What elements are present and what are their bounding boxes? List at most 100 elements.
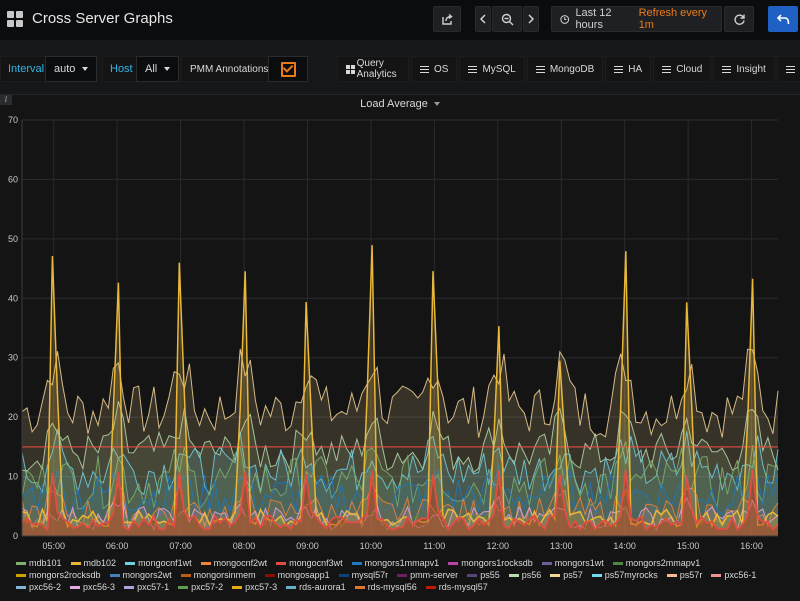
legend-label: mongosapp1 — [278, 570, 330, 580]
time-picker-button[interactable]: Last 12 hours Refresh every 1m — [551, 6, 722, 32]
legend-item-ps57myrocks[interactable]: ps57myrocks — [592, 569, 658, 581]
load-average-chart[interactable]: 01020304050607005:0006:0007:0008:0009:00… — [0, 95, 800, 601]
legend-swatch — [550, 574, 560, 577]
bars-icon — [786, 66, 795, 73]
legend-label: pxc57-2 — [191, 582, 223, 592]
legend-item-mongors2wt[interactable]: mongors2wt — [110, 569, 172, 581]
zoom-out-button[interactable] — [492, 6, 522, 32]
bars-icon — [420, 66, 429, 73]
legend-item-rds-mysql57[interactable]: rds-mysql57 — [426, 581, 488, 593]
y-tick-label: 0 — [13, 531, 18, 541]
legend-item-mongocnf3wt[interactable]: mongocnf3wt — [276, 557, 343, 569]
legend-item-mongors1rocksdb[interactable]: mongors1rocksdb — [448, 557, 533, 569]
time-shift-forward-button[interactable] — [523, 6, 539, 32]
time-shift-back-button[interactable] — [475, 6, 491, 32]
clock-icon — [560, 14, 569, 25]
legend-label: mongors2rocksdb — [29, 570, 101, 580]
legend-swatch — [509, 574, 519, 577]
host-select[interactable]: All — [136, 56, 179, 82]
refresh-icon — [733, 13, 746, 26]
refresh-button[interactable] — [724, 6, 754, 32]
legend-item-ps56[interactable]: ps56 — [509, 569, 542, 581]
legend-label: rds-aurora1 — [299, 582, 346, 592]
panel-title-text: Load Average — [360, 98, 428, 110]
legend-label: mongocnf3wt — [289, 558, 343, 568]
legend-label: mongors1mmapv1 — [365, 558, 440, 568]
dash-link-insight[interactable]: Insight — [713, 56, 774, 82]
pmm-annotations-label: PMM Annotations — [181, 56, 277, 82]
bars-icon — [614, 66, 623, 73]
legend-item-mongorsinmem[interactable]: mongorsinmem — [181, 569, 256, 581]
legend-item-pxc56-3[interactable]: pxc56-3 — [70, 581, 115, 593]
dash-link-mysql[interactable]: MySQL — [459, 56, 524, 82]
legend-swatch — [181, 574, 191, 577]
legend-label: rds-mysql57 — [439, 582, 488, 592]
legend-label: mysql57r — [352, 570, 389, 580]
share-icon — [441, 13, 454, 26]
legend-item-mysql57r[interactable]: mysql57r — [339, 569, 389, 581]
legend-swatch — [110, 574, 120, 577]
legend-item-ps57r[interactable]: ps57r — [667, 569, 703, 581]
dash-link-mongodb[interactable]: MongoDB — [527, 56, 603, 82]
legend-swatch — [592, 574, 602, 577]
legend-item-ps55[interactable]: ps55 — [467, 569, 500, 581]
back-to-dashboard-button[interactable] — [768, 6, 798, 32]
y-tick-label: 30 — [8, 353, 18, 363]
dash-link-os[interactable]: OS — [411, 56, 457, 82]
legend-item-pxc57-1[interactable]: pxc57-1 — [124, 581, 169, 593]
legend-label: mongors1wt — [555, 558, 604, 568]
legend-swatch — [448, 562, 458, 565]
legend-item-pxc56-1[interactable]: pxc56-1 — [711, 569, 756, 581]
dashboard-title[interactable]: Cross Server Graphs — [32, 10, 173, 27]
legend-swatch — [426, 586, 436, 589]
legend-item-mongocnf2wt[interactable]: mongocnf2wt — [201, 557, 268, 569]
legend-item-mongocnf1wt[interactable]: mongocnf1wt — [125, 557, 192, 569]
legend-swatch — [201, 562, 211, 565]
legend-item-mongosapp1[interactable]: mongosapp1 — [265, 569, 330, 581]
legend-label: mongors2wt — [123, 570, 172, 580]
legend-item-pxc57-3[interactable]: pxc57-3 — [232, 581, 277, 593]
x-tick-label: 11:00 — [423, 541, 445, 551]
dash-link-ha[interactable]: HA — [605, 56, 651, 82]
dashboard-grid-icon[interactable] — [7, 11, 23, 27]
legend-label: mongors1rocksdb — [461, 558, 533, 568]
interval-select[interactable]: auto — [45, 56, 97, 82]
legend-swatch — [711, 574, 721, 577]
load-average-panel: 01020304050607005:0006:0007:0008:0009:00… — [0, 94, 800, 601]
panel-title[interactable]: Load Average — [0, 98, 800, 110]
legend-swatch — [667, 574, 677, 577]
legend-item-mongors2rocksdb[interactable]: mongors2rocksdb — [16, 569, 101, 581]
legend-swatch — [397, 574, 407, 577]
dash-link-label: MongoDB — [550, 64, 594, 75]
zoom-out-icon — [501, 13, 514, 26]
legend-item-mongors2mmapv1[interactable]: mongors2mmapv1 — [613, 557, 701, 569]
legend-item-rds-aurora1[interactable]: rds-aurora1 — [286, 581, 346, 593]
legend-label: ps55 — [480, 570, 500, 580]
legend-swatch — [265, 574, 275, 577]
legend-item-mongors1mmapv1[interactable]: mongors1mmapv1 — [352, 557, 440, 569]
chart-legend: mdb101 mdb102 mongocnf1wt mongocnf2wt mongoc… — [16, 557, 796, 593]
x-tick-label: 13:00 — [550, 541, 573, 551]
legend-item-rds-mysql56[interactable]: rds-mysql56 — [355, 581, 417, 593]
legend-label: mongorsinmem — [194, 570, 256, 580]
legend-item-pxc56-2[interactable]: pxc56-2 — [16, 581, 61, 593]
dash-link-pmm[interactable]: PMM — [777, 56, 800, 82]
dash-link-cloud[interactable]: Cloud — [653, 56, 711, 82]
bars-icon — [722, 66, 731, 73]
share-button[interactable] — [433, 6, 461, 32]
legend-label: ps57myrocks — [605, 570, 658, 580]
legend-item-pmm-server[interactable]: pmm-server — [397, 569, 458, 581]
legend-item-mongors1wt[interactable]: mongors1wt — [542, 557, 604, 569]
legend-item-pxc57-2[interactable]: pxc57-2 — [178, 581, 223, 593]
dash-link-label: OS — [434, 64, 448, 75]
legend-swatch — [339, 574, 349, 577]
dash-link-query-analytics[interactable]: Query Analytics — [337, 56, 409, 82]
pmm-annotations-toggle[interactable] — [268, 56, 308, 82]
legend-item-ps57[interactable]: ps57 — [550, 569, 583, 581]
legend-item-mdb102[interactable]: mdb102 — [71, 557, 117, 569]
x-tick-label: 08:00 — [233, 541, 256, 551]
legend-item-mdb101[interactable]: mdb101 — [16, 557, 62, 569]
dash-link-label: HA — [628, 64, 642, 75]
legend-label: ps57 — [563, 570, 583, 580]
x-tick-label: 05:00 — [42, 541, 65, 551]
